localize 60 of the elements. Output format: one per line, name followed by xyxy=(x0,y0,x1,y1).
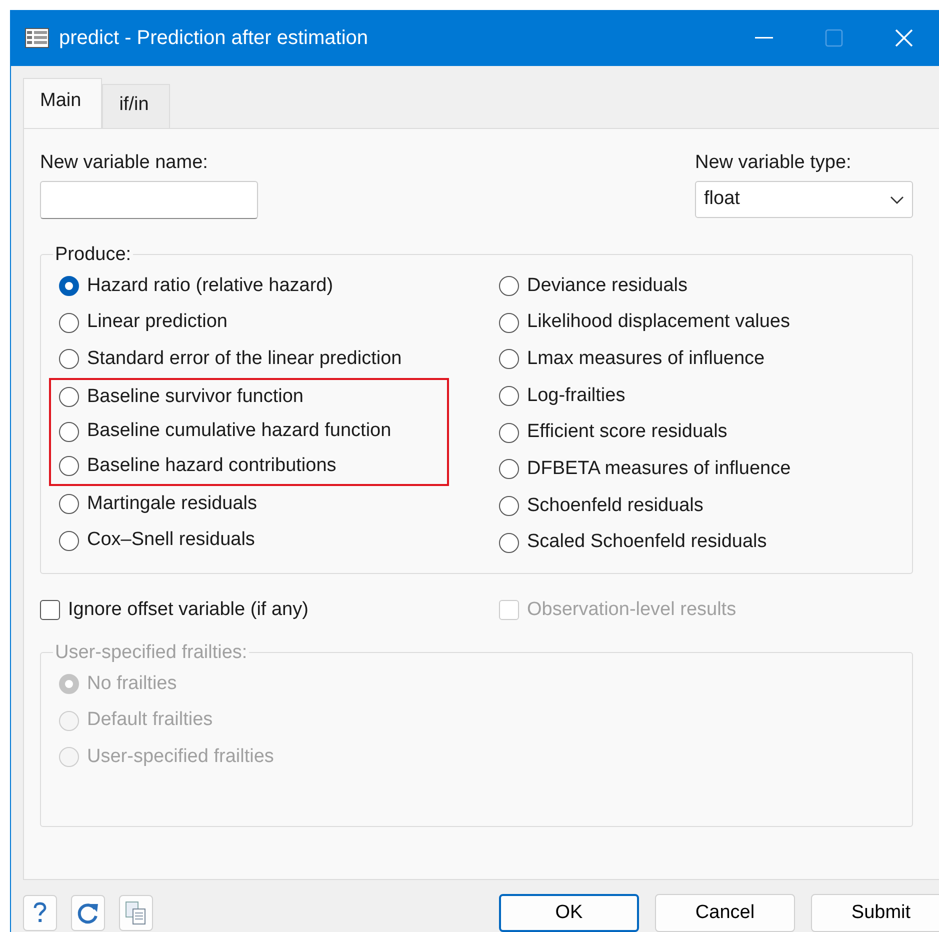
radio-button[interactable] xyxy=(59,276,79,296)
field-label: New variable name: xyxy=(40,150,209,174)
checkbox-label: Observation-level results xyxy=(527,598,736,622)
radio-button[interactable] xyxy=(499,349,519,370)
option-label: Likelihood displacement values xyxy=(527,310,790,334)
radio-button[interactable] xyxy=(59,312,79,333)
option-label: Log-frailties xyxy=(527,384,626,408)
option-label: Cox–Snell residuals xyxy=(87,528,255,552)
close-icon xyxy=(894,28,914,48)
group-label: User-specified frailties: xyxy=(54,642,248,662)
help-icon xyxy=(33,902,47,924)
radio-button[interactable] xyxy=(499,422,519,443)
radio-button[interactable] xyxy=(59,530,79,551)
option-label: Baseline cumulative hazard function xyxy=(87,419,392,444)
reset-button[interactable] xyxy=(71,895,105,931)
window-title: predict - Prediction after estimation xyxy=(59,26,370,51)
variable-type-dropdown[interactable]: float xyxy=(695,181,913,218)
option-label: Baseline hazard contributions xyxy=(87,454,336,478)
radio-button[interactable] xyxy=(499,386,519,406)
option-label: Baseline survivor function xyxy=(87,384,304,409)
option-label: Hazard ratio (relative hazard) xyxy=(87,274,334,298)
copy-button[interactable] xyxy=(119,895,153,931)
copy-icon xyxy=(125,901,147,925)
radio-button[interactable] xyxy=(59,456,79,476)
option-label: Standard error of the linear prediction xyxy=(87,346,402,371)
option-label: Default frailties xyxy=(87,708,213,732)
field-label: New variable type: xyxy=(695,150,852,174)
dialog-button[interactable]: Cancel xyxy=(655,894,795,932)
variable-name-field[interactable] xyxy=(40,181,258,219)
option-label: Efficient score residuals xyxy=(527,420,728,444)
radio-button[interactable] xyxy=(59,422,79,442)
radio-button[interactable] xyxy=(499,532,519,553)
radio-button[interactable] xyxy=(499,312,519,333)
radio-button[interactable] xyxy=(499,276,519,296)
option-label: Lmax measures of influence xyxy=(527,346,765,371)
group-label: Produce: xyxy=(54,244,132,264)
checkbox[interactable] xyxy=(40,600,60,620)
option-label: Scaled Schoenfeld residuals xyxy=(527,530,767,554)
radio-button[interactable] xyxy=(499,496,519,516)
option-label: No frailties xyxy=(87,672,177,696)
minimize-icon xyxy=(755,37,773,39)
option-label: Martingale residuals xyxy=(87,492,258,516)
tab[interactable]: if/in xyxy=(102,84,170,128)
dialog-button[interactable]: Submit xyxy=(811,894,939,932)
option-label: Deviance residuals xyxy=(527,274,688,298)
chevron-icon xyxy=(890,196,904,204)
dialog-button[interactable]: OK xyxy=(499,894,639,932)
dialog-icon xyxy=(25,28,49,48)
checkbox-label: Ignore offset variable (if any) xyxy=(68,598,308,622)
refresh-icon xyxy=(76,901,100,925)
option-label: Linear prediction xyxy=(87,310,228,334)
radio-button[interactable] xyxy=(499,459,519,480)
option-label: DFBETA measures of influence xyxy=(527,457,791,482)
option-label: User-specified frailties xyxy=(87,745,274,770)
help-button[interactable] xyxy=(23,895,57,931)
radio-button[interactable] xyxy=(59,386,79,407)
tab[interactable]: Main xyxy=(23,78,102,128)
option-label: Schoenfeld residuals xyxy=(527,494,704,518)
radio-button[interactable] xyxy=(59,494,79,514)
radio-button[interactable] xyxy=(59,349,79,370)
